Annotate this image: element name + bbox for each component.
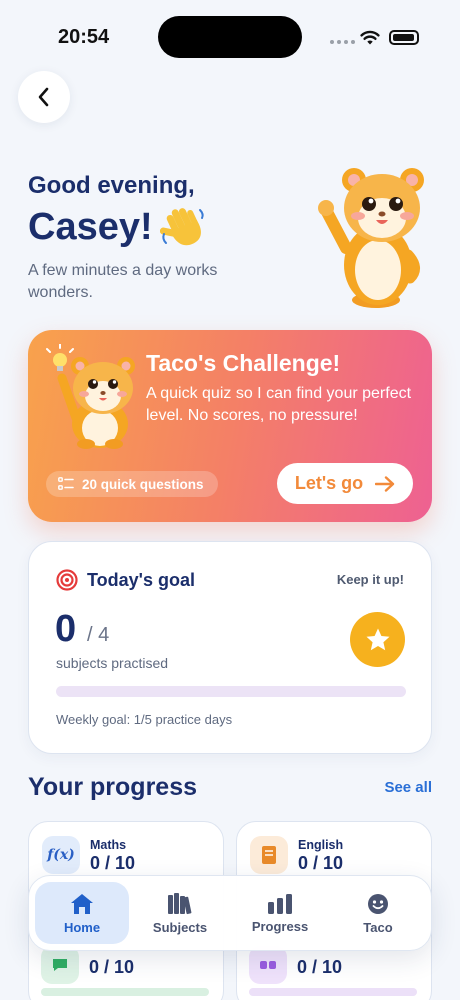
- hamster-mascot-idea: [46, 344, 135, 449]
- see-all-link[interactable]: See all: [384, 779, 432, 796]
- goal-caption: subjects practised: [56, 655, 169, 671]
- books-icon: [168, 892, 192, 914]
- chevron-left-icon: [38, 87, 49, 107]
- challenge-pill-label: 20 quick questions: [82, 476, 204, 492]
- smiley-icon: [368, 893, 388, 914]
- goal-done-count: 0: [55, 608, 77, 650]
- bottom-nav: Home Subjects Progress Taco: [28, 875, 432, 951]
- goal-badge: Keep it up!: [336, 572, 404, 587]
- progress-section-title: Your progress: [28, 773, 198, 801]
- lets-go-label: Let's go: [294, 473, 364, 493]
- greeting-name: Casey!: [28, 206, 153, 248]
- target-icon: [56, 569, 78, 591]
- wifi-icon: [360, 30, 380, 45]
- home-icon: [71, 893, 93, 914]
- hamster-mascot-waving: [318, 168, 424, 308]
- nav-taco[interactable]: Taco: [331, 882, 425, 944]
- waving-hand-icon: [160, 208, 204, 246]
- nav-home[interactable]: Home: [35, 882, 129, 944]
- lets-go-button[interactable]: Let's go: [277, 463, 413, 504]
- greeting-line: Good evening,: [28, 172, 195, 199]
- subject-score: 0 / 10: [297, 957, 343, 977]
- arrow-right-icon: [375, 475, 395, 492]
- weekly-goal-text: Weekly goal: 1/5 practice days: [56, 712, 233, 727]
- nav-label: Subjects: [152, 919, 208, 935]
- challenge-title: Taco's Challenge!: [146, 350, 341, 376]
- todays-goal-card: Today's goal Keep it up! 0 / 4 subjects …: [28, 541, 432, 754]
- goal-star-badge: [350, 612, 405, 667]
- nav-label: Progress: [251, 918, 309, 934]
- blocks-icon: [249, 946, 287, 984]
- status-time: 20:54: [58, 26, 110, 48]
- challenge-question-count: 20 quick questions: [46, 471, 218, 497]
- list-icon: [58, 477, 74, 490]
- back-button[interactable]: [18, 71, 70, 123]
- nav-subjects[interactable]: Subjects: [133, 882, 227, 944]
- subject-score: 0 / 10: [89, 957, 135, 977]
- goal-progress-bar: [56, 686, 406, 697]
- goal-title: Today's goal: [87, 570, 195, 590]
- bar-chart-icon: [268, 893, 292, 914]
- dynamic-island: [158, 16, 302, 58]
- challenge-description: A quick quiz so I can find your perfect …: [146, 385, 412, 424]
- battery-icon: [389, 30, 419, 45]
- signal-icon: [330, 40, 355, 44]
- star-icon: [366, 628, 389, 650]
- subject-progress-bar: [41, 988, 209, 996]
- goal-total-count: / 4: [87, 624, 110, 646]
- nav-label: Home: [63, 919, 101, 935]
- nav-progress[interactable]: Progress: [233, 882, 327, 944]
- greeting-subtitle: A few minutes a day works wonders.: [28, 262, 218, 301]
- status-bar: 20:54: [0, 0, 460, 76]
- challenge-card[interactable]: Taco's Challenge! A quick quiz so I can …: [28, 330, 432, 522]
- nav-label: Taco: [363, 919, 393, 935]
- chat-icon: [41, 946, 79, 984]
- subject-progress-bar: [249, 988, 417, 996]
